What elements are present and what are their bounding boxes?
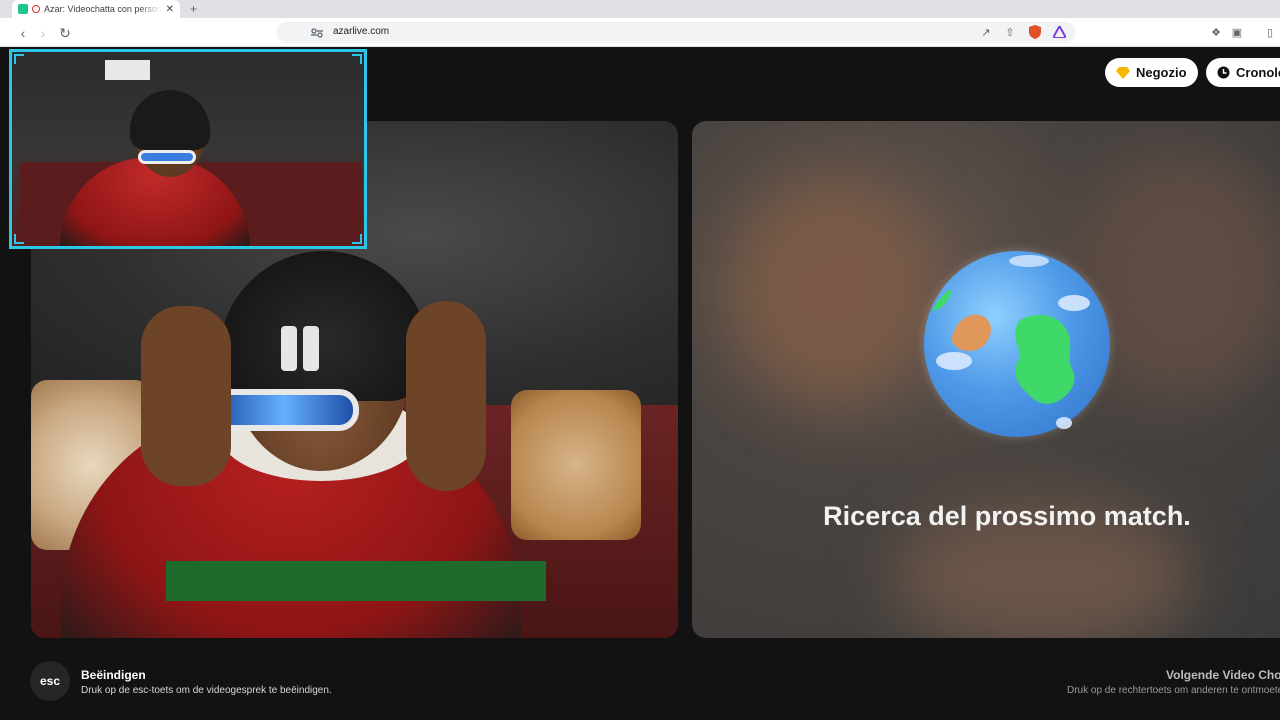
- browser-tab-strip: Azar: Videochatta con persone ✕ +: [0, 0, 1280, 18]
- tab-close-icon[interactable]: ✕: [166, 4, 174, 15]
- extensions-icon[interactable]: ❖: [1208, 24, 1224, 40]
- history-label: Cronolog: [1236, 65, 1280, 80]
- end-call-title: Beëindigen: [81, 668, 146, 682]
- person-hand-right: [406, 301, 486, 491]
- pip-corner-marker: [352, 234, 362, 244]
- recording-indicator-icon: [32, 5, 40, 13]
- pip-person-beanie: [130, 90, 210, 150]
- pip-person-goggles: [138, 150, 196, 164]
- forward-icon[interactable]: ›: [33, 23, 53, 43]
- site-settings-icon[interactable]: [309, 25, 325, 41]
- browser-tab[interactable]: Azar: Videochatta con persone ✕: [12, 0, 180, 18]
- match-status-text: Ricerca del prossimo match.: [823, 501, 1191, 531]
- pip-shelf: [105, 60, 150, 80]
- person-hand-left: [141, 306, 231, 486]
- next-video-chat-description: Druk op de rechtertoets om anderen te on…: [1067, 685, 1280, 696]
- cushion-right: [511, 389, 641, 540]
- page: Negozio Cronolog: [0, 47, 1280, 720]
- pip-scene: [20, 52, 362, 246]
- browser-toolbar: ‹ › ↻ azarlive.com ↗ ⇧ ❖ ▣ ▯: [0, 18, 1280, 47]
- diamond-icon: [1116, 66, 1130, 79]
- esc-key-badge[interactable]: esc: [30, 661, 70, 701]
- sidebar-toggle-icon[interactable]: ▯: [1262, 24, 1278, 40]
- beanie-stripe: [281, 326, 297, 371]
- jacket-green-band: [166, 561, 546, 601]
- shop-button[interactable]: Negozio: [1105, 58, 1198, 87]
- address-bar[interactable]: azarlive.com: [276, 22, 1076, 43]
- next-video-chat-title[interactable]: Volgende Video Cho: [1166, 668, 1280, 682]
- reload-icon[interactable]: ↻: [55, 23, 75, 43]
- pip-corner-marker: [14, 234, 24, 244]
- brave-rewards-icon[interactable]: [1051, 24, 1067, 40]
- blurred-background: [732, 181, 932, 401]
- back-icon[interactable]: ‹: [13, 23, 33, 43]
- pip-corner-marker: [14, 54, 24, 64]
- clock-icon: [1217, 66, 1230, 79]
- open-external-icon[interactable]: ↗: [978, 24, 994, 40]
- beanie-stripe: [303, 326, 319, 371]
- globe-icon: [924, 251, 1110, 437]
- person-goggles: [209, 389, 359, 431]
- tab-title: Azar: Videochatta con persone: [44, 4, 162, 14]
- share-icon[interactable]: ⇧: [1002, 24, 1018, 40]
- end-call-description: Druk op de esc-toets om de videogesprek …: [81, 685, 332, 696]
- self-preview-pip[interactable]: [9, 49, 367, 249]
- shop-label: Negozio: [1136, 65, 1187, 80]
- new-tab-button[interactable]: +: [190, 0, 197, 18]
- brave-shield-icon[interactable]: [1027, 24, 1043, 40]
- pip-corner-marker: [352, 54, 362, 64]
- url-text: azarlive.com: [333, 26, 390, 37]
- history-button[interactable]: Cronolog: [1206, 58, 1280, 87]
- tab-manager-icon[interactable]: ▣: [1229, 24, 1245, 40]
- match-search-panel: Ricerca del prossimo match.: [692, 121, 1280, 638]
- site-favicon-icon: [18, 4, 28, 14]
